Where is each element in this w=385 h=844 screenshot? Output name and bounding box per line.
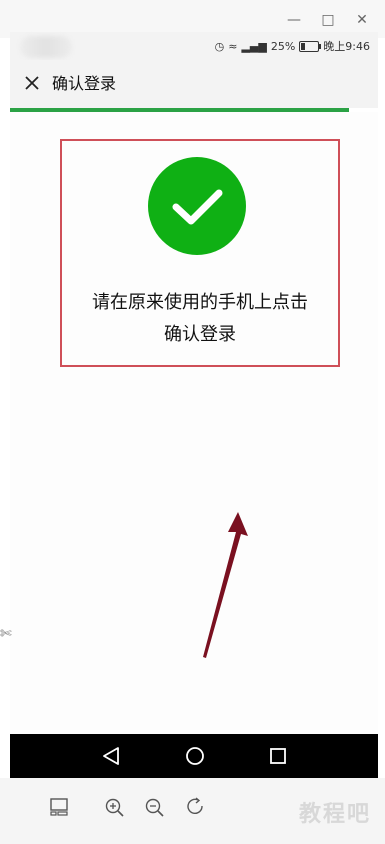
recents-icon[interactable] xyxy=(256,734,300,778)
watermark: 教程吧 xyxy=(298,802,371,827)
confirm-message-line2: 确认登录 xyxy=(164,324,236,345)
page-title: 确认登录 xyxy=(52,74,117,93)
app-header: 确认登录 xyxy=(10,60,378,108)
status-indicators: ◷ ≈ ▂▄▆ 25% 晚上9:46 xyxy=(215,38,370,54)
check-icon xyxy=(148,157,246,255)
signal-icon: ▂▄▆ xyxy=(241,39,267,53)
confirm-message: 请在原来使用的手机上点击 确认登录 xyxy=(62,287,338,351)
confirm-message-line1: 请在原来使用的手机上点击 xyxy=(92,292,308,313)
window-close-icon[interactable]: ✕ xyxy=(352,10,372,30)
arrow-annotation xyxy=(203,512,248,658)
maximize-icon[interactable]: □ xyxy=(318,10,338,30)
zoom-out-icon[interactable] xyxy=(143,796,165,818)
viewer-toolbar: 教程吧 xyxy=(0,778,385,844)
minimize-icon[interactable]: — xyxy=(284,10,304,30)
back-icon[interactable] xyxy=(90,734,134,778)
home-icon[interactable] xyxy=(173,734,217,778)
alarm-icon: ◷ xyxy=(214,39,225,53)
battery-icon xyxy=(299,40,322,52)
wifi-icon: ≈ xyxy=(228,39,238,53)
status-time: 晚上9:46 xyxy=(323,40,370,53)
status-bar: ◷ ≈ ▂▄▆ 25% 晚上9:46 xyxy=(10,32,378,60)
zoom-in-icon[interactable] xyxy=(103,796,125,818)
close-icon[interactable] xyxy=(22,73,42,93)
rotate-icon[interactable] xyxy=(185,796,207,818)
highlight-box: 请在原来使用的手机上点击 确认登录 xyxy=(60,139,340,367)
navigation-bar xyxy=(10,734,378,778)
layout-icon[interactable] xyxy=(48,796,70,818)
avatar xyxy=(20,36,72,58)
battery-percent: 25% xyxy=(270,39,296,53)
content-area: 请在原来使用的手机上点击 确认登录 xyxy=(10,112,378,734)
scissors-icon: ✄ xyxy=(0,626,12,642)
